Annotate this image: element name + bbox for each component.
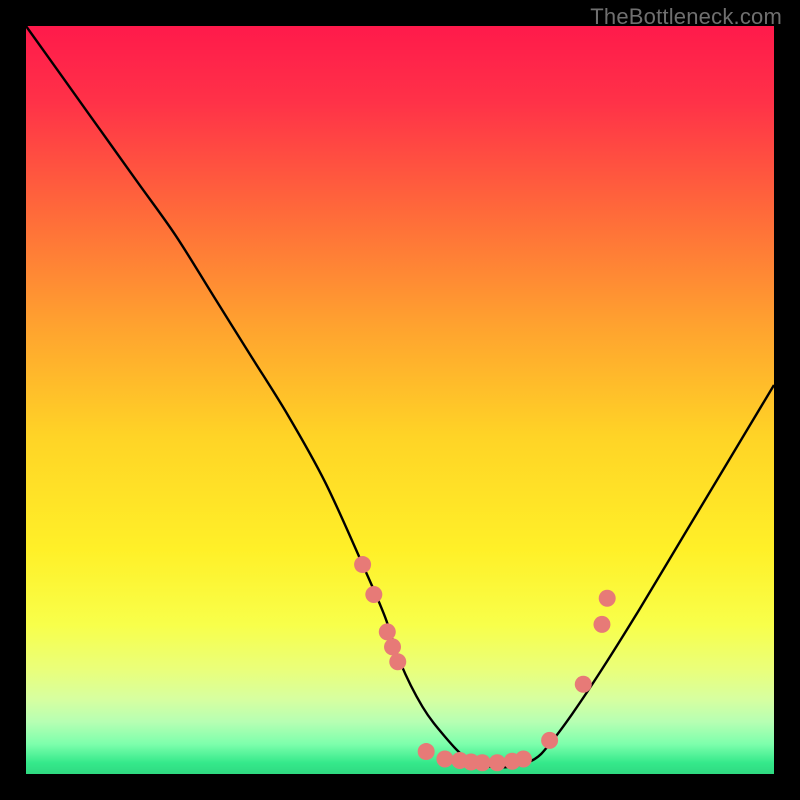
marker-dot [436, 751, 453, 768]
marker-dot [418, 743, 435, 760]
watermark-text: TheBottleneck.com [590, 4, 782, 30]
bottleneck-chart [26, 26, 774, 774]
marker-dot [354, 556, 371, 573]
marker-dot [593, 616, 610, 633]
marker-dot [389, 653, 406, 670]
marker-dot [489, 754, 506, 771]
marker-dot [599, 590, 616, 607]
marker-dot [474, 754, 491, 771]
marker-dot [541, 732, 558, 749]
marker-dot [384, 638, 401, 655]
marker-dot [515, 751, 532, 768]
marker-dot [575, 676, 592, 693]
marker-dot [365, 586, 382, 603]
marker-dot [379, 623, 396, 640]
